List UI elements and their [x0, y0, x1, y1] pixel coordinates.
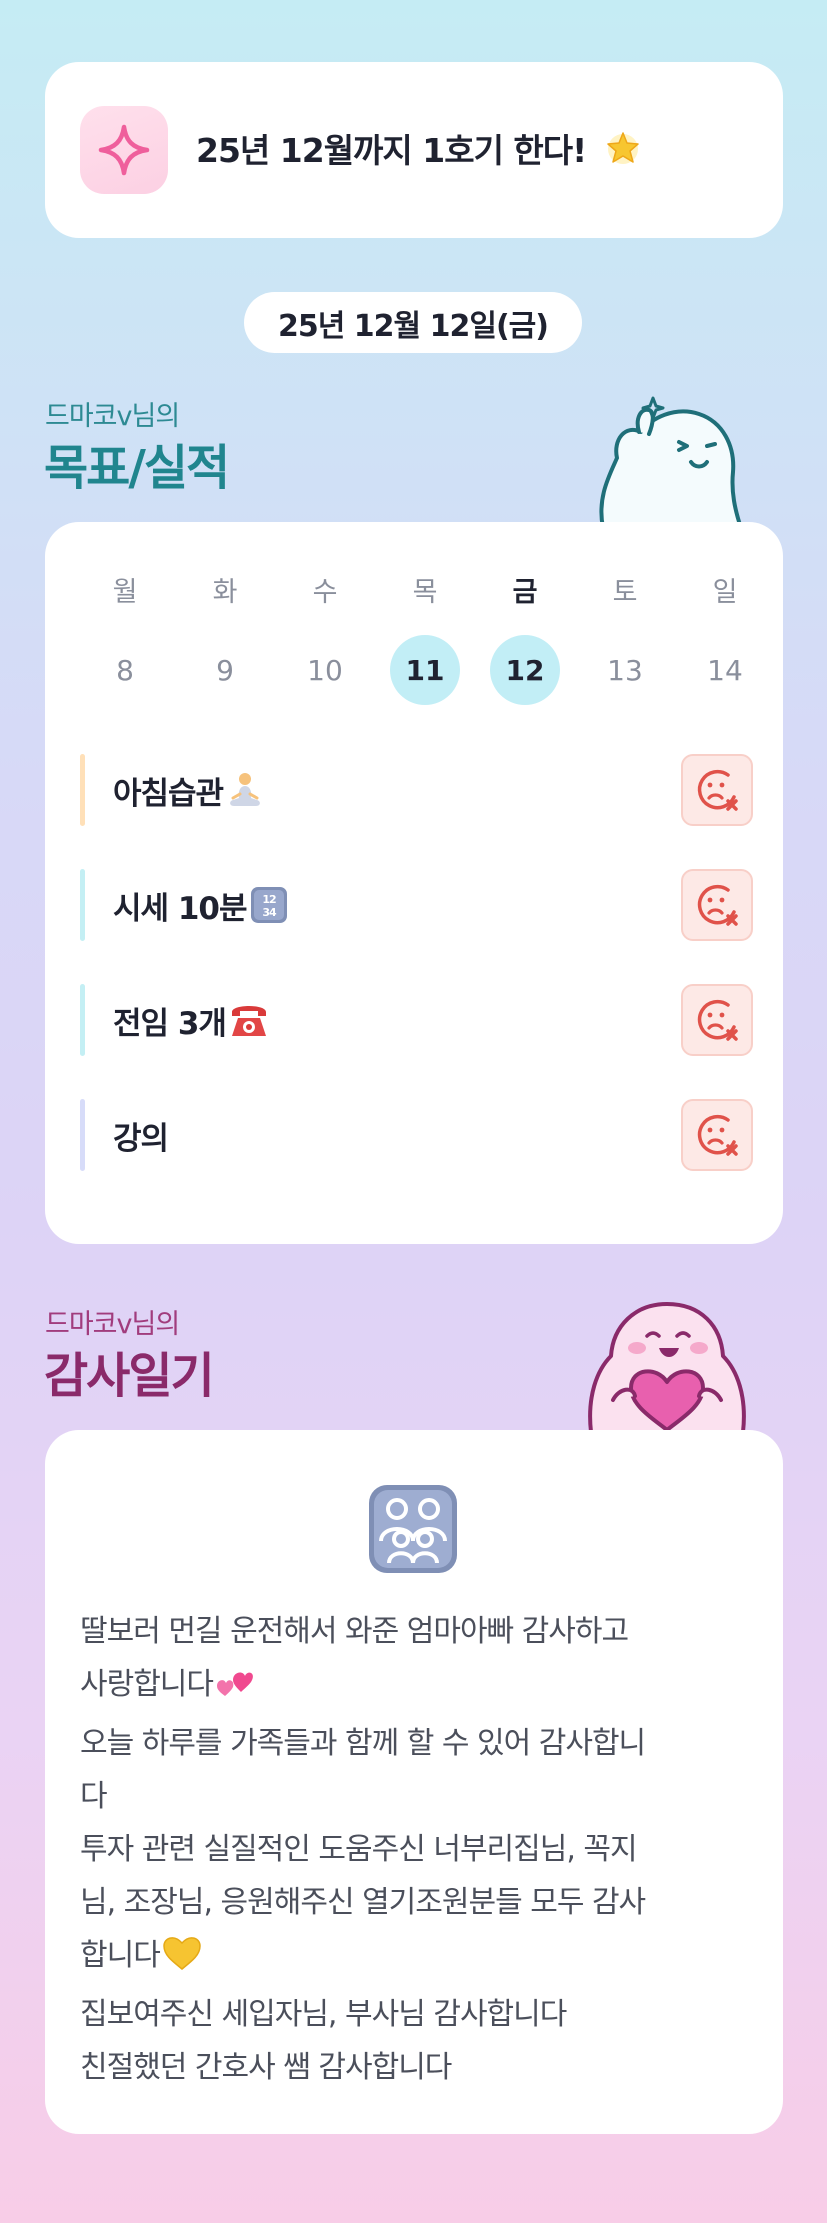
gratitude-line: 다 — [80, 1779, 108, 1814]
status-not-done-button[interactable] — [681, 984, 753, 1056]
two-hearts-icon — [215, 1664, 253, 1717]
goal-color-bar — [80, 754, 85, 826]
sparkle-icon — [80, 106, 168, 194]
gratitude-line: 님, 조장님, 응원해주신 열기조원분들 모두 감사 — [80, 1885, 646, 1920]
goal-item[interactable]: 강의 — [80, 1099, 753, 1171]
gratitude-line: 친절했던 간호사 쌤 감사합니다 — [80, 2050, 452, 2085]
sad-face-icon — [697, 769, 738, 811]
goals-title: 목표/실적 — [44, 440, 230, 496]
gratitude-line: 오늘 하루를 가족들과 함께 할 수 있어 감사합니 — [80, 1726, 646, 1761]
date-8[interactable]: 8 — [90, 635, 160, 705]
status-not-done-button[interactable] — [681, 754, 753, 826]
svg-text:34: 34 — [262, 906, 277, 919]
weekday-header: 월 화 수 목 금 토 일 — [75, 570, 775, 609]
weekday-tue: 화 — [212, 577, 238, 608]
gratitude-line: 합니다 — [80, 1929, 760, 1988]
date-13[interactable]: 13 — [590, 635, 660, 705]
goal-color-bar — [80, 869, 85, 941]
status-not-done-button[interactable] — [681, 1099, 753, 1171]
goal-text: 25년 12월까지 1호기 한다! — [196, 124, 643, 176]
weekday-thu: 목 — [412, 577, 438, 608]
mascot-character-icon — [583, 388, 743, 532]
gratitude-line: 딸보러 먼길 운전해서 와준 엄마아빠 감사하고 — [80, 1614, 629, 1649]
goal-item[interactable]: 전임 3개 — [80, 984, 753, 1056]
goals-card: 월 화 수 목 금 토 일 8 9 10 11 12 13 14 아침습관 시세… — [45, 522, 783, 1244]
meditation-icon — [225, 770, 265, 810]
sad-face-icon — [697, 999, 738, 1041]
date-pill[interactable]: 25년 12월 12일(금) — [244, 292, 582, 353]
goal-label-wrap: 아침습관 — [113, 754, 265, 826]
yellow-heart-icon — [162, 1933, 202, 1988]
sad-face-icon — [697, 884, 738, 926]
goal-label-wrap: 전임 3개 — [113, 984, 270, 1056]
goal-item[interactable]: 아침습관 — [80, 754, 753, 826]
date-10[interactable]: 10 — [290, 635, 360, 705]
gratitude-card[interactable]: 딸보러 먼길 운전해서 와준 엄마아빠 감사하고 사랑합니다 오늘 하루를 가족… — [45, 1430, 783, 2134]
date-11[interactable]: 11 — [390, 635, 460, 705]
goal-item[interactable]: 시세 10분 12 34 — [80, 869, 753, 941]
goal-label: 아침습관 — [113, 775, 224, 812]
goal-label: 시세 10분 — [113, 890, 247, 927]
goal-color-bar — [80, 984, 85, 1056]
date-12-selected[interactable]: 12 — [490, 635, 560, 705]
goal-label: 강의 — [113, 1120, 169, 1157]
telephone-icon — [228, 1000, 270, 1040]
family-icon — [367, 1483, 459, 1579]
goal-label: 전임 3개 — [113, 1005, 227, 1042]
goal-label-wrap: 강의 — [113, 1099, 169, 1171]
status-not-done-button[interactable] — [681, 869, 753, 941]
goal-banner[interactable]: 25년 12월까지 1호기 한다! — [45, 62, 783, 238]
weekday-wed: 수 — [312, 577, 338, 608]
weekday-fri: 금 — [512, 577, 538, 608]
gratitude-line: 사랑합니다 — [80, 1658, 760, 1717]
date-9[interactable]: 9 — [190, 635, 260, 705]
goal-text-label: 25년 12월까지 1호기 한다! — [196, 131, 587, 170]
gratitude-text: 딸보러 먼길 운전해서 와준 엄마아빠 감사하고 사랑합니다 오늘 하루를 가족… — [80, 1605, 760, 2094]
gratitude-line: 집보여주신 세입자님, 부사님 감사합니다 — [80, 1997, 567, 2032]
glowing-star-icon — [603, 132, 643, 176]
weekday-mon: 월 — [112, 577, 138, 608]
weekday-sun: 일 — [712, 577, 738, 608]
week-dates: 8 9 10 11 12 13 14 — [75, 635, 775, 705]
sad-face-icon — [697, 1114, 738, 1156]
goal-color-bar — [80, 1099, 85, 1171]
thanks-title: 감사일기 — [44, 1348, 215, 1404]
date-14[interactable]: 14 — [690, 635, 760, 705]
mascot-heart-character-icon — [583, 1296, 749, 1436]
gratitude-line: 투자 관련 실질적인 도움주신 너부리집님, 꼭지 — [80, 1832, 638, 1867]
weekday-sat: 토 — [612, 577, 638, 608]
input-numbers-icon: 12 34 — [249, 885, 289, 925]
svg-text:12: 12 — [262, 893, 276, 906]
goal-label-wrap: 시세 10분 12 34 — [113, 869, 289, 941]
